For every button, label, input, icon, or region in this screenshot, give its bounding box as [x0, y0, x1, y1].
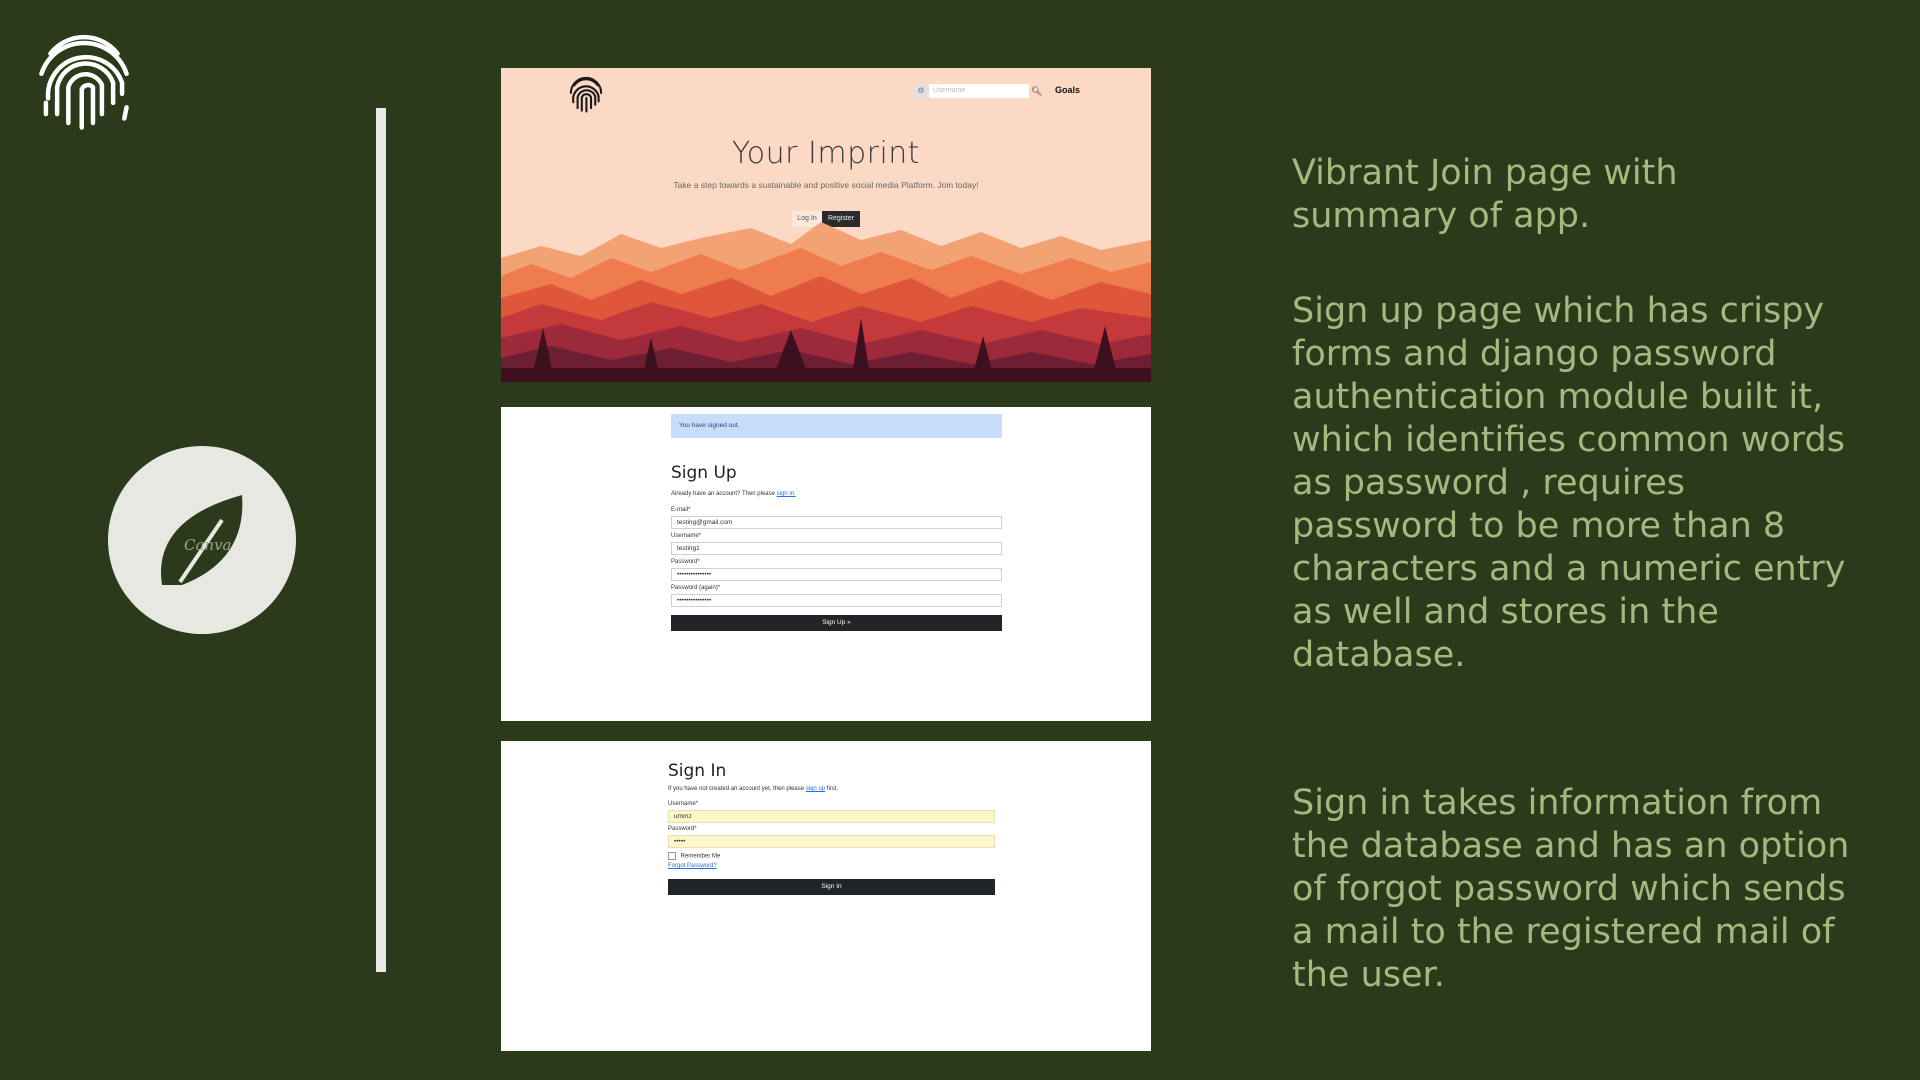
search-bar: ⚙ Username 🔍︎: [913, 84, 1042, 98]
sign-in-button[interactable]: Sign In: [668, 879, 995, 895]
sign-in-link[interactable]: sign in.: [777, 491, 796, 497]
canva-leaf-badge: Canva: [108, 446, 296, 634]
password-again-label: Password (again)*: [671, 585, 721, 591]
password-again-field[interactable]: •••••••••••••••: [671, 594, 1002, 607]
password-field[interactable]: •••••••••••••••: [671, 568, 1002, 581]
signup-page-description: Sign up page which has crispy forms and …: [1292, 291, 1846, 675]
leaf-logo-text: Canva: [184, 536, 232, 554]
sign-up-button[interactable]: Sign Up »: [671, 615, 1002, 631]
username-field[interactable]: testing1: [671, 542, 1002, 555]
signed-out-alert: You have signed out.: [671, 414, 1002, 438]
sign-up-link[interactable]: sign up: [806, 786, 825, 792]
username-label: Username*: [668, 801, 699, 807]
form-title: Sign In: [668, 761, 727, 781]
forgot-password-text[interactable]: Forgot Password?: [668, 863, 717, 869]
nav-goals-link[interactable]: Goals: [1055, 85, 1080, 95]
join-page-screenshot: ⚙ Username 🔍︎ Goals Your Imprint Take a …: [501, 68, 1151, 382]
email-field[interactable]: testing@gmail.com: [671, 516, 1002, 529]
fingerprint-icon: [565, 72, 607, 114]
password-field[interactable]: •••••: [668, 835, 995, 848]
page-subtitle: Take a step towards a sustainable and po…: [673, 180, 979, 190]
signup-page-screenshot: You have signed out. Sign Up Already hav…: [501, 407, 1151, 721]
page-title: Your Imprint: [731, 136, 921, 171]
search-input[interactable]: Username: [929, 84, 1029, 98]
email-label: E-mail*: [671, 507, 691, 513]
username-label: Username*: [671, 533, 702, 539]
password-label: Password*: [668, 826, 697, 832]
form-intro: Already have an account? Then please sig…: [671, 491, 796, 497]
remember-me-checkbox[interactable]: [668, 852, 676, 860]
form-intro-text: Already have an account? Then please: [671, 491, 775, 497]
gear-icon: ⚙: [913, 84, 929, 98]
signin-page-screenshot: Sign In If you have not created an accou…: [501, 741, 1151, 1051]
canva-leaf-icon: Canva: [161, 495, 243, 585]
password-label: Password*: [671, 559, 700, 565]
signin-page-description: Sign in takes information from the datab…: [1292, 783, 1850, 995]
username-field[interactable]: ummz: [668, 810, 995, 823]
form-intro-end: first.: [826, 786, 839, 792]
mountain-landscape-illustration: [501, 222, 1151, 382]
forgot-password-link[interactable]: Forgot Password?: [668, 863, 717, 869]
remember-me-row: Remember Me: [668, 852, 720, 860]
remember-me-label: Remember Me: [680, 853, 721, 860]
fingerprint-icon: [39, 35, 129, 130]
form-intro-text: If you have not created an account yet, …: [668, 786, 805, 792]
form-title: Sign Up: [671, 463, 737, 483]
join-page-description: Vibrant Join page with summary of app.: [1292, 153, 1678, 236]
search-icon[interactable]: 🔍︎: [1031, 84, 1042, 98]
vertical-divider: [376, 108, 386, 972]
form-intro: If you have not created an account yet, …: [668, 786, 838, 792]
